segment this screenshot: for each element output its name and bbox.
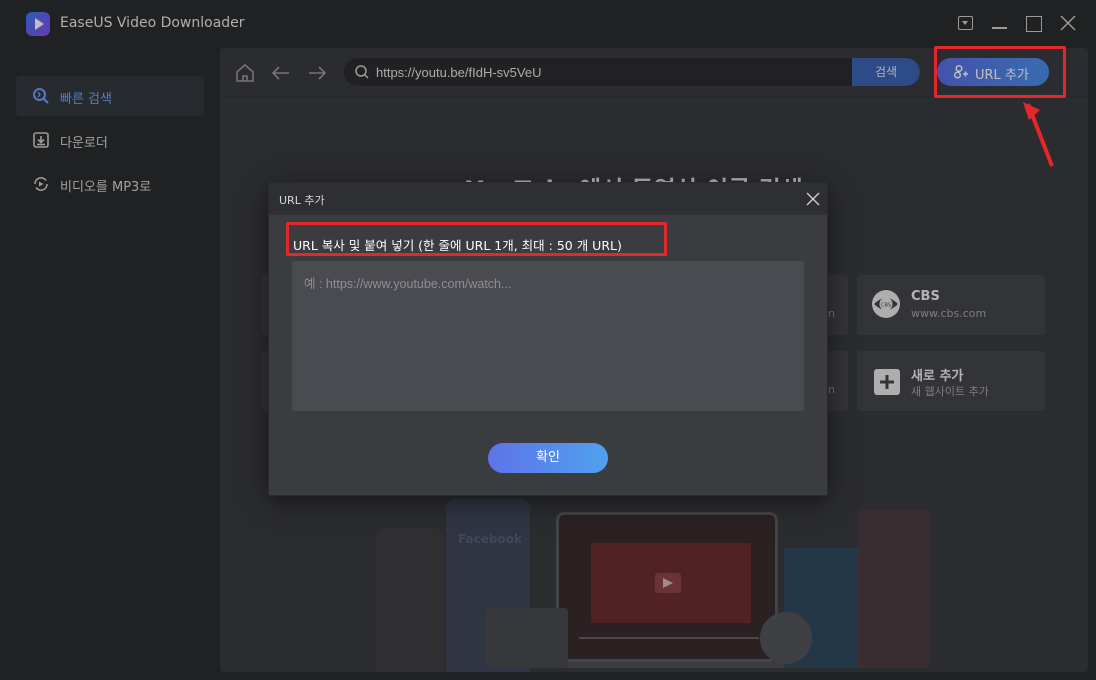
sidebar: 빠른 검색 다운로더 비디오를 MP3로	[0, 48, 220, 680]
sidebar-item-label: 비디오를 MP3로	[60, 180, 152, 195]
confirm-button[interactable]: 확인	[488, 443, 608, 473]
site-card-add-new[interactable]: 새로 추가 새 웹사이트 추가	[857, 351, 1045, 411]
search-button[interactable]: 검색	[852, 58, 920, 86]
close-icon[interactable]	[1058, 13, 1078, 33]
url-input[interactable]	[376, 58, 846, 86]
phone-illustration	[376, 528, 444, 672]
quick-search-icon	[32, 87, 50, 105]
film-reel-illustration	[760, 612, 812, 664]
search-icon	[354, 64, 370, 84]
site-card-hidden[interactable]: n	[828, 351, 848, 411]
laptop-illustration	[556, 512, 778, 662]
dialog-close-icon[interactable]	[805, 191, 821, 207]
site-url: www.cbs.com	[911, 307, 987, 320]
forward-arrow-icon[interactable]	[306, 62, 328, 84]
site-card-cbs[interactable]: CBS CBS www.cbs.com	[857, 275, 1045, 335]
url-bar: 검색	[344, 58, 920, 86]
mp3-convert-icon	[32, 175, 50, 193]
toolbar-divider	[220, 96, 1088, 97]
plus-icon	[874, 369, 900, 399]
devices-illustration: Facebook	[370, 488, 940, 672]
tv-illustration	[486, 608, 568, 668]
back-arrow-icon[interactable]	[270, 62, 292, 84]
menu-icon[interactable]	[956, 13, 976, 33]
site-url: 새 웹사이트 추가	[911, 385, 989, 398]
site-name: CBS	[911, 289, 940, 304]
add-url-button[interactable]: URL 추가	[937, 58, 1049, 86]
sidebar-item-label: 다운로더	[60, 136, 108, 151]
site-card-hidden[interactable]: n	[828, 275, 848, 335]
dialog-header: URL 추가	[269, 183, 827, 215]
url-list-textarea[interactable]	[292, 261, 804, 411]
svg-text:CBS: CBS	[881, 303, 891, 309]
sidebar-item-label: 빠른 검색	[60, 92, 112, 107]
sidebar-item-mp3[interactable]: 비디오를 MP3로	[16, 164, 204, 204]
cbs-eye-icon: CBS	[871, 289, 901, 323]
add-url-label: URL 추가	[975, 68, 1029, 83]
app-logo-icon	[26, 12, 50, 36]
sidebar-item-downloader[interactable]: 다운로더	[16, 120, 204, 160]
maximize-icon[interactable]	[1024, 13, 1044, 33]
home-icon[interactable]	[234, 62, 256, 84]
dialog-instruction: URL 복사 및 붙여 넣기 (한 줄에 URL 1개, 최대 : 50 개 U…	[293, 238, 622, 253]
app-title: EaseUS Video Downloader	[60, 15, 245, 31]
annotation-arrow-icon	[1023, 102, 1054, 167]
tablet-illustration	[858, 510, 930, 668]
link-add-icon	[953, 64, 969, 84]
dialog-title: URL 추가	[279, 194, 325, 207]
facebook-text: Facebook	[458, 532, 522, 546]
add-url-dialog: URL 추가 URL 복사 및 붙여 넣기 (한 줄에 URL 1개, 최대 :…	[268, 182, 828, 496]
title-bar: EaseUS Video Downloader	[0, 0, 1096, 48]
minimize-icon[interactable]	[990, 13, 1010, 33]
site-name: 새로 추가	[911, 369, 964, 384]
downloader-icon	[32, 131, 50, 149]
sidebar-item-quick-search[interactable]: 빠른 검색	[16, 76, 204, 116]
